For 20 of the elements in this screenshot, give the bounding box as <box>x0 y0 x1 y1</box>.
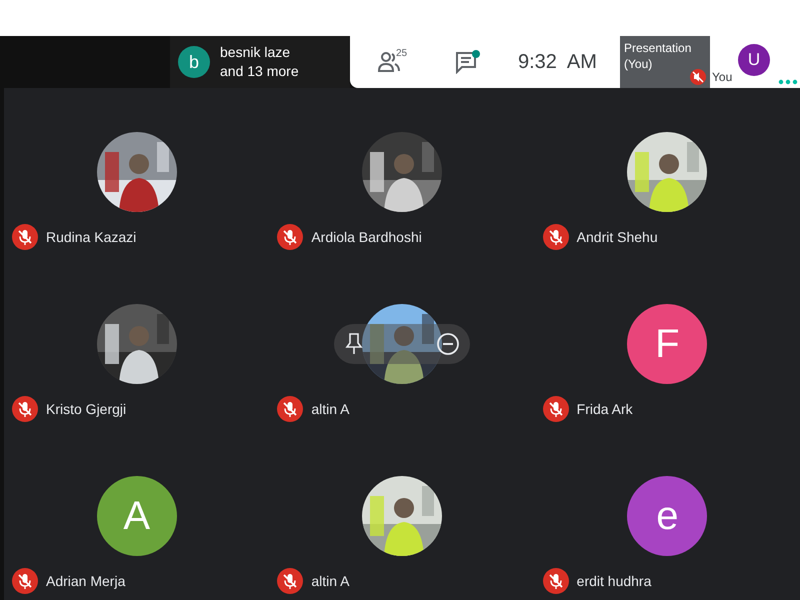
avatar: e <box>627 476 708 556</box>
participant-count: 25 <box>396 48 408 59</box>
participant-name: Rudina Kazazi <box>46 229 136 245</box>
participant-name: altin A <box>311 573 350 589</box>
participant-name: Ardiola Bardhoshi <box>311 229 422 245</box>
participant-name: Andrit Shehu <box>576 229 658 245</box>
avatar: F <box>627 304 708 384</box>
participant-name: Kristo Gjergji <box>46 401 126 417</box>
avatar: A <box>96 476 177 556</box>
presentation-tile[interactable]: Presentation (You) <box>620 36 710 88</box>
presenter-label: besnik laze and 13 more <box>220 43 299 81</box>
self-label: You <box>712 70 732 84</box>
avatar: b <box>178 46 210 78</box>
participant-name: Adrian Merja <box>46 573 126 589</box>
participant-name: Frida Ark <box>576 401 633 417</box>
clock-time: 9:32 AM <box>518 50 597 74</box>
chat-icon[interactable] <box>454 50 480 74</box>
avatar: U <box>738 44 770 76</box>
participant-name: erdit hudhra <box>576 573 652 589</box>
participant-name: altin A <box>311 401 350 417</box>
